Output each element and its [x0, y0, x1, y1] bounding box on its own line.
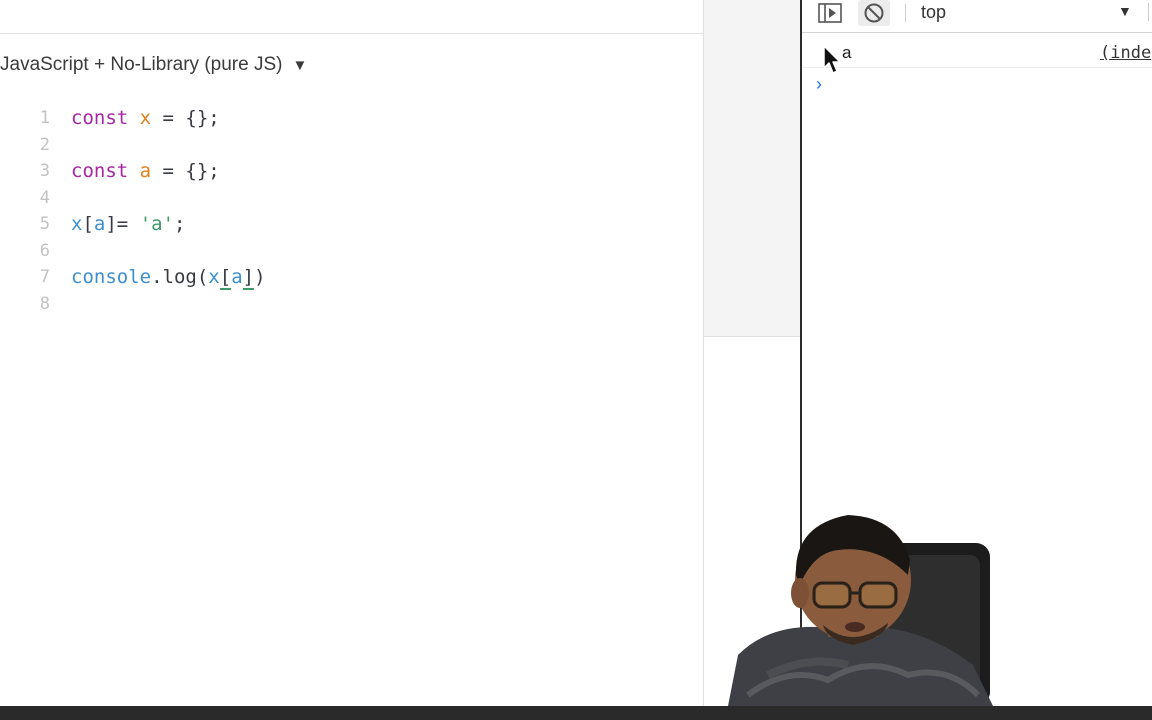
- context-select[interactable]: top: [921, 0, 946, 24]
- line-number: 1: [39, 108, 50, 128]
- sidebar-toggle-icon: [818, 3, 842, 23]
- code-line: 7 console.log(x[a]): [0, 264, 703, 291]
- line-number: 5: [39, 214, 50, 234]
- code-editor-pane: JavaScript + No-Library (pure JS) ▼ 1 co…: [0, 0, 703, 706]
- line-number: 8: [39, 293, 50, 314]
- code-token: = {};: [151, 160, 220, 182]
- code-token: ]=: [105, 213, 140, 235]
- code-line: 8: [0, 291, 703, 318]
- keyword-token: const: [71, 107, 129, 129]
- variable-token: a: [231, 266, 243, 288]
- language-select[interactable]: JavaScript + No-Library (pure JS) ▼: [0, 53, 307, 77]
- variable-token: a: [139, 160, 152, 182]
- line-number: 7: [39, 267, 50, 287]
- console-log-source-link[interactable]: (inde: [1100, 43, 1151, 63]
- code-line: 4: [0, 185, 703, 212]
- line-number: 3: [39, 161, 50, 181]
- variable-token: x: [208, 266, 220, 288]
- bracket-token: [: [219, 266, 232, 290]
- code-line: 5 x[a]= 'a';: [0, 211, 703, 238]
- code-text: const a = {};: [71, 158, 220, 185]
- clear-console-button[interactable]: [858, 0, 890, 26]
- line-number: 4: [39, 187, 50, 208]
- code-token: [: [82, 213, 94, 235]
- toolbar-divider: [905, 4, 906, 22]
- bracket-token: ]: [242, 266, 255, 290]
- code-line: 1 const x = {};: [0, 105, 703, 132]
- variable-token: x: [71, 213, 83, 235]
- variable-token: console: [71, 266, 152, 288]
- chevron-down-icon[interactable]: ▼: [1118, 0, 1132, 22]
- line-number: 6: [39, 240, 50, 261]
- code-line: 3 const a = {};: [0, 158, 703, 185]
- code-area[interactable]: 1 const x = {}; 2 3 const a = {}; 4 5 x[…: [0, 105, 703, 317]
- code-line: 6: [0, 238, 703, 265]
- keyword-token: const: [71, 160, 129, 182]
- webcam-presenter-image: [728, 515, 993, 706]
- console-toolbar: top ▼: [802, 0, 1152, 33]
- mouse-cursor-icon: [823, 45, 841, 74]
- console-prompt[interactable]: ›: [816, 74, 822, 95]
- toolbar-divider: [1148, 3, 1149, 21]
- chevron-down-icon: ▼: [292, 56, 308, 74]
- line-number: 2: [39, 134, 50, 155]
- bottom-bar: [0, 706, 1152, 720]
- code-token: ;: [174, 213, 186, 235]
- code-token: ): [254, 266, 266, 288]
- sidebar-toggle-button[interactable]: [814, 0, 846, 26]
- code-text: x[a]= 'a';: [71, 211, 185, 238]
- code-token: .log(: [151, 266, 209, 288]
- pane-divider-upper: [703, 0, 801, 337]
- code-token: = {};: [151, 107, 220, 129]
- clear-console-icon: [864, 3, 884, 23]
- string-token: 'a': [139, 213, 175, 235]
- code-text: console.log(x[a]): [71, 264, 266, 291]
- language-select-label: JavaScript + No-Library (pure JS): [0, 54, 283, 75]
- code-line: 2: [0, 132, 703, 159]
- variable-token: x: [139, 107, 152, 129]
- console-log-row: a (inde: [802, 39, 1152, 68]
- variable-token: a: [93, 213, 106, 235]
- editor-topbar: [0, 0, 703, 34]
- code-text: const x = {};: [71, 105, 220, 132]
